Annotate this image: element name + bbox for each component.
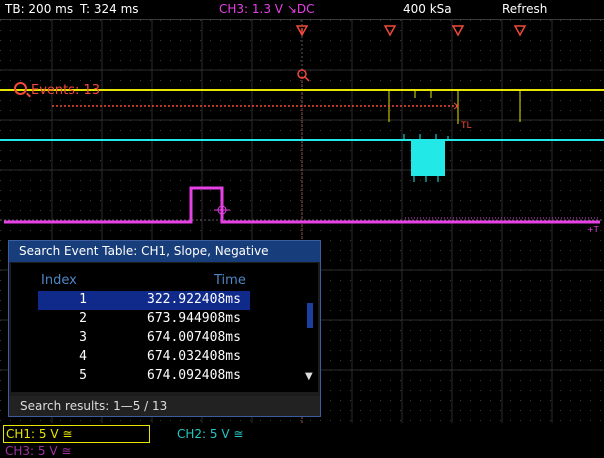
row-time: 674.092408ms [147, 368, 241, 383]
refresh-mode-button[interactable]: Refresh [502, 2, 547, 16]
table-row[interactable]: 4 674.032408ms [38, 348, 250, 367]
ch2-settings-button[interactable]: CH2: 5 V ≅ [177, 427, 243, 441]
table-row[interactable]: 2 673.944908ms [38, 310, 250, 329]
row-time: 674.007408ms [147, 330, 241, 345]
table-row[interactable]: 5 674.092408ms [38, 367, 250, 386]
ch3-trigger-label: +T [587, 225, 599, 234]
column-header-index: Index [41, 273, 77, 288]
row-index: 2 [79, 311, 87, 326]
ch3-settings-button[interactable]: CH3: 5 V ≅ [5, 444, 71, 458]
panel-title: Search Event Table: CH1, Slope, Negative [9, 241, 320, 262]
event-table[interactable]: Index Time 1 322.922408ms 2 673.944908ms… [11, 263, 318, 392]
ch1-settings-button[interactable]: CH1: 5 V ≅ [3, 425, 150, 443]
magnifier-icon [14, 82, 27, 95]
search-results-status: Search results: 1—5 / 13 [9, 396, 320, 416]
event-rows: 1 322.922408ms 2 673.944908ms 3 674.0074… [38, 291, 308, 386]
trigger-time-readout[interactable]: T: 324 ms [80, 2, 139, 16]
column-header-time: Time [214, 273, 246, 288]
row-index: 5 [79, 368, 87, 383]
sample-rate-readout[interactable]: 400 kSa [403, 2, 452, 16]
scroll-down-icon[interactable]: ▼ [305, 371, 313, 382]
status-bar: TB: 200 ms T: 324 ms CH3: 1.3 V ↘DC 400 … [0, 0, 604, 19]
search-event-table-panel[interactable]: Search Event Table: CH1, Slope, Negative… [8, 240, 321, 417]
scrollbar-thumb[interactable] [307, 303, 313, 328]
row-index: 3 [79, 330, 87, 345]
timebase-readout[interactable]: TB: 200 ms [5, 2, 73, 16]
events-label: Events: 13 [31, 83, 101, 98]
table-row-selected[interactable]: 1 322.922408ms [38, 291, 250, 310]
row-time: 322.922408ms [147, 292, 241, 307]
row-time: 673.944908ms [147, 311, 241, 326]
row-index: 4 [79, 349, 87, 364]
row-index: 1 [79, 292, 87, 307]
table-row[interactable]: 3 674.007408ms [38, 329, 250, 348]
trigger-source-readout[interactable]: CH3: 1.3 V ↘DC [219, 2, 315, 16]
threshold-label: TL [461, 121, 472, 131]
channel-bar: CH1: 5 V ≅ CH2: 5 V ≅ CH3: 5 V ≅ [0, 423, 604, 458]
row-time: 674.032408ms [147, 349, 241, 364]
events-counter: Events: 13 [14, 81, 100, 98]
